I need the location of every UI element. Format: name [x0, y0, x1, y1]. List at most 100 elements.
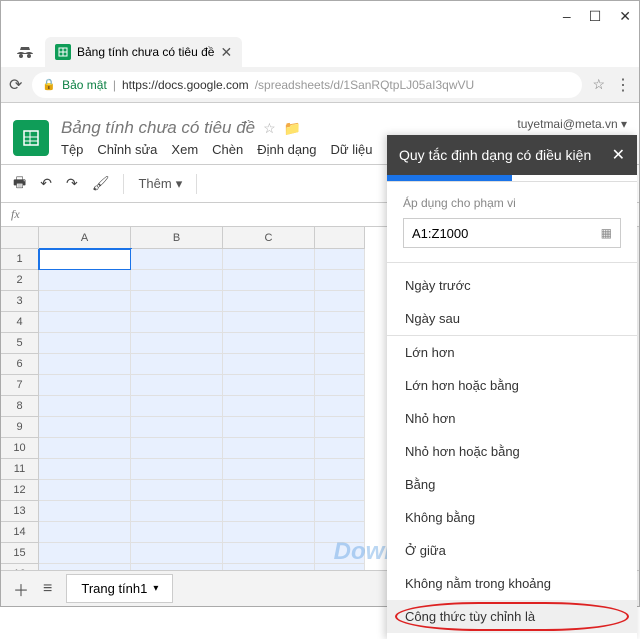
cell[interactable]	[223, 291, 315, 312]
cell[interactable]	[131, 396, 223, 417]
window-close[interactable]: ✕	[619, 8, 631, 25]
cell[interactable]	[39, 270, 131, 291]
panel-tab-active[interactable]	[387, 175, 512, 181]
menu-file[interactable]: Tệp	[61, 142, 83, 157]
condition-option[interactable]: Không nằm trong khoảng	[387, 567, 637, 600]
cell[interactable]	[131, 249, 223, 270]
cell[interactable]	[223, 270, 315, 291]
cell[interactable]	[131, 522, 223, 543]
star-icon[interactable]: ☆	[263, 120, 276, 137]
cell[interactable]	[131, 480, 223, 501]
row-header[interactable]: 3	[1, 291, 39, 312]
cell[interactable]	[223, 438, 315, 459]
folder-icon[interactable]: 📁	[284, 120, 301, 137]
cell[interactable]	[223, 375, 315, 396]
cell[interactable]	[223, 312, 315, 333]
cell[interactable]	[315, 270, 365, 291]
menu-edit[interactable]: Chỉnh sửa	[97, 142, 157, 157]
cell[interactable]	[131, 459, 223, 480]
cell[interactable]	[223, 480, 315, 501]
cell[interactable]	[131, 291, 223, 312]
cell[interactable]	[315, 291, 365, 312]
cell[interactable]	[39, 396, 131, 417]
row-header[interactable]: 2	[1, 270, 39, 291]
column-header[interactable]: A	[39, 227, 131, 249]
column-header[interactable]	[315, 227, 365, 249]
condition-option[interactable]: Nhỏ hơn hoặc bằng	[387, 435, 637, 468]
condition-option[interactable]: Nhỏ hơn	[387, 402, 637, 435]
user-email[interactable]: tuyetmai@meta.vn ▾	[517, 117, 627, 131]
cell[interactable]	[39, 312, 131, 333]
cell[interactable]	[39, 501, 131, 522]
row-header[interactable]: 9	[1, 417, 39, 438]
row-header[interactable]: 13	[1, 501, 39, 522]
column-header[interactable]: C	[223, 227, 315, 249]
doc-title[interactable]: Bảng tính chưa có tiêu đề	[61, 118, 255, 138]
range-input[interactable]: A1:Z1000 ▦	[403, 218, 621, 248]
cell[interactable]	[39, 333, 131, 354]
cell[interactable]	[131, 417, 223, 438]
cell[interactable]	[223, 522, 315, 543]
cell[interactable]	[223, 459, 315, 480]
row-header[interactable]: 7	[1, 375, 39, 396]
row-header[interactable]: 1	[1, 249, 39, 270]
row-header[interactable]: 8	[1, 396, 39, 417]
cell[interactable]	[131, 543, 223, 564]
cell[interactable]	[39, 375, 131, 396]
more-button[interactable]: Thêm ▾	[138, 176, 182, 192]
cell[interactable]	[39, 522, 131, 543]
row-header[interactable]: 12	[1, 480, 39, 501]
cell[interactable]	[223, 543, 315, 564]
grid-picker-icon[interactable]: ▦	[601, 226, 612, 240]
cell[interactable]	[39, 417, 131, 438]
condition-option[interactable]: Không bằng	[387, 501, 637, 534]
cell[interactable]	[223, 354, 315, 375]
cell[interactable]	[315, 396, 365, 417]
cell[interactable]	[223, 249, 315, 270]
redo-icon[interactable]: ↷	[66, 175, 78, 192]
menu-view[interactable]: Xem	[171, 142, 198, 157]
reload-icon[interactable]: ⟳	[9, 75, 22, 95]
column-header[interactable]: B	[131, 227, 223, 249]
cell[interactable]	[39, 459, 131, 480]
cell[interactable]	[315, 480, 365, 501]
row-header[interactable]: 10	[1, 438, 39, 459]
condition-option[interactable]: Công thức tùy chỉnh là	[387, 600, 637, 633]
cell[interactable]	[315, 522, 365, 543]
undo-icon[interactable]: ↶	[40, 175, 52, 192]
cell[interactable]	[131, 375, 223, 396]
condition-option[interactable]: Ngày trước	[387, 269, 637, 302]
menu-data[interactable]: Dữ liệu	[331, 142, 373, 157]
sheets-logo[interactable]	[13, 120, 49, 156]
cell[interactable]	[223, 333, 315, 354]
menu-format[interactable]: Định dạng	[257, 142, 316, 157]
cell[interactable]	[39, 354, 131, 375]
select-all-corner[interactable]	[1, 227, 39, 249]
cell[interactable]	[315, 312, 365, 333]
cell[interactable]	[131, 312, 223, 333]
cell[interactable]	[131, 354, 223, 375]
cell[interactable]	[315, 417, 365, 438]
cell[interactable]	[315, 375, 365, 396]
row-header[interactable]: 6	[1, 354, 39, 375]
condition-option[interactable]: Lớn hơn hoặc bằng	[387, 369, 637, 402]
cell[interactable]	[131, 438, 223, 459]
cell[interactable]	[223, 501, 315, 522]
window-minimize[interactable]: –	[563, 8, 571, 24]
cell[interactable]	[39, 543, 131, 564]
print-icon[interactable]: 🖶	[13, 172, 26, 196]
cell[interactable]	[315, 543, 365, 564]
url-field[interactable]: 🔒 Bảo mật | https://docs.google.com/spre…	[32, 72, 582, 98]
row-header[interactable]: 5	[1, 333, 39, 354]
browser-menu-icon[interactable]: ⋮	[615, 75, 631, 95]
cell[interactable]	[223, 396, 315, 417]
bookmark-star-icon[interactable]: ☆	[592, 76, 605, 93]
browser-tab[interactable]: Bảng tính chưa có tiêu đề ✕	[45, 37, 242, 67]
condition-option[interactable]: Ở giữa	[387, 534, 637, 567]
all-sheets-icon[interactable]: ≡	[43, 580, 52, 598]
cell[interactable]	[131, 501, 223, 522]
panel-tab[interactable]	[512, 175, 637, 181]
cell[interactable]	[39, 438, 131, 459]
cell[interactable]	[39, 291, 131, 312]
cell[interactable]	[223, 417, 315, 438]
